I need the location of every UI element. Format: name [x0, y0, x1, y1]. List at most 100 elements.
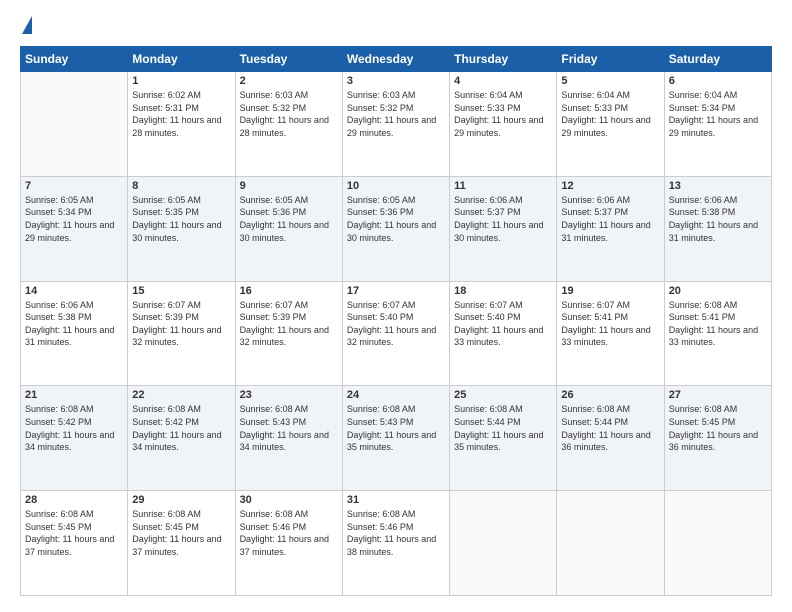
calendar-day-cell: 24 Sunrise: 6:08 AMSunset: 5:43 PMDayligh…: [342, 386, 449, 491]
calendar-header-thursday: Thursday: [450, 47, 557, 72]
day-number: 26: [561, 389, 659, 401]
day-number: 24: [347, 389, 445, 401]
day-number: 25: [454, 389, 552, 401]
header: [20, 16, 772, 36]
calendar-header-tuesday: Tuesday: [235, 47, 342, 72]
day-info: Sunrise: 6:05 AMSunset: 5:35 PMDaylight:…: [132, 194, 230, 244]
calendar-day-cell: 7 Sunrise: 6:05 AMSunset: 5:34 PMDaylight…: [21, 176, 128, 281]
day-number: 11: [454, 180, 552, 192]
day-number: 2: [240, 75, 338, 87]
calendar-day-cell: 28 Sunrise: 6:08 AMSunset: 5:45 PMDayligh…: [21, 491, 128, 596]
calendar-header-friday: Friday: [557, 47, 664, 72]
calendar-day-cell: 31 Sunrise: 6:08 AMSunset: 5:46 PMDayligh…: [342, 491, 449, 596]
calendar-day-cell: 30 Sunrise: 6:08 AMSunset: 5:46 PMDayligh…: [235, 491, 342, 596]
day-number: 6: [669, 75, 767, 87]
day-info: Sunrise: 6:04 AMSunset: 5:33 PMDaylight:…: [454, 89, 552, 139]
day-info: Sunrise: 6:04 AMSunset: 5:34 PMDaylight:…: [669, 89, 767, 139]
logo-triangle-icon: [22, 16, 32, 34]
day-info: Sunrise: 6:05 AMSunset: 5:34 PMDaylight:…: [25, 194, 123, 244]
day-info: Sunrise: 6:03 AMSunset: 5:32 PMDaylight:…: [240, 89, 338, 139]
day-number: 4: [454, 75, 552, 87]
calendar-day-cell: [450, 491, 557, 596]
day-number: 12: [561, 180, 659, 192]
day-info: Sunrise: 6:04 AMSunset: 5:33 PMDaylight:…: [561, 89, 659, 139]
day-info: Sunrise: 6:08 AMSunset: 5:41 PMDaylight:…: [669, 299, 767, 349]
day-number: 15: [132, 285, 230, 297]
day-info: Sunrise: 6:08 AMSunset: 5:43 PMDaylight:…: [347, 403, 445, 453]
day-number: 9: [240, 180, 338, 192]
calendar-day-cell: 26 Sunrise: 6:08 AMSunset: 5:44 PMDayligh…: [557, 386, 664, 491]
calendar-day-cell: 20Sunrise: 6:08 AMSunset: 5:41 PMDayligh…: [664, 281, 771, 386]
day-number: 10: [347, 180, 445, 192]
day-info: Sunrise: 6:06 AMSunset: 5:38 PMDaylight:…: [25, 299, 123, 349]
calendar-day-cell: 11 Sunrise: 6:06 AMSunset: 5:37 PMDayligh…: [450, 176, 557, 281]
day-info: Sunrise: 6:06 AMSunset: 5:37 PMDaylight:…: [454, 194, 552, 244]
day-number: 13: [669, 180, 767, 192]
calendar-day-cell: 14 Sunrise: 6:06 AMSunset: 5:38 PMDayligh…: [21, 281, 128, 386]
calendar-day-cell: [21, 72, 128, 177]
day-info: Sunrise: 6:02 AMSunset: 5:31 PMDaylight:…: [132, 89, 230, 139]
calendar-day-cell: 15Sunrise: 6:07 AMSunset: 5:39 PMDayligh…: [128, 281, 235, 386]
calendar-day-cell: 1Sunrise: 6:02 AMSunset: 5:31 PMDaylight…: [128, 72, 235, 177]
day-info: Sunrise: 6:08 AMSunset: 5:42 PMDaylight:…: [132, 403, 230, 453]
calendar-day-cell: 16Sunrise: 6:07 AMSunset: 5:39 PMDayligh…: [235, 281, 342, 386]
day-number: 7: [25, 180, 123, 192]
day-info: Sunrise: 6:08 AMSunset: 5:43 PMDaylight:…: [240, 403, 338, 453]
day-number: 30: [240, 494, 338, 506]
calendar-header-row: SundayMondayTuesdayWednesdayThursdayFrid…: [21, 47, 772, 72]
day-info: Sunrise: 6:08 AMSunset: 5:44 PMDaylight:…: [561, 403, 659, 453]
calendar-day-cell: 9 Sunrise: 6:05 AMSunset: 5:36 PMDaylight…: [235, 176, 342, 281]
day-number: 22: [132, 389, 230, 401]
day-number: 3: [347, 75, 445, 87]
day-number: 31: [347, 494, 445, 506]
calendar-day-cell: 8Sunrise: 6:05 AMSunset: 5:35 PMDaylight…: [128, 176, 235, 281]
calendar-day-cell: 29Sunrise: 6:08 AMSunset: 5:45 PMDayligh…: [128, 491, 235, 596]
day-info: Sunrise: 6:05 AMSunset: 5:36 PMDaylight:…: [347, 194, 445, 244]
day-info: Sunrise: 6:08 AMSunset: 5:45 PMDaylight:…: [669, 403, 767, 453]
day-info: Sunrise: 6:05 AMSunset: 5:36 PMDaylight:…: [240, 194, 338, 244]
day-info: Sunrise: 6:08 AMSunset: 5:46 PMDaylight:…: [347, 508, 445, 558]
calendar-day-cell: 6 Sunrise: 6:04 AMSunset: 5:34 PMDaylight…: [664, 72, 771, 177]
calendar-day-cell: 21Sunrise: 6:08 AMSunset: 5:42 PMDayligh…: [21, 386, 128, 491]
calendar-week-row: 7 Sunrise: 6:05 AMSunset: 5:34 PMDaylight…: [21, 176, 772, 281]
calendar-week-row: 28 Sunrise: 6:08 AMSunset: 5:45 PMDayligh…: [21, 491, 772, 596]
day-number: 17: [347, 285, 445, 297]
calendar-week-row: 1Sunrise: 6:02 AMSunset: 5:31 PMDaylight…: [21, 72, 772, 177]
calendar-day-cell: 19Sunrise: 6:07 AMSunset: 5:41 PMDayligh…: [557, 281, 664, 386]
calendar-week-row: 21Sunrise: 6:08 AMSunset: 5:42 PMDayligh…: [21, 386, 772, 491]
day-info: Sunrise: 6:06 AMSunset: 5:37 PMDaylight:…: [561, 194, 659, 244]
calendar-week-row: 14 Sunrise: 6:06 AMSunset: 5:38 PMDayligh…: [21, 281, 772, 386]
day-info: Sunrise: 6:06 AMSunset: 5:38 PMDaylight:…: [669, 194, 767, 244]
calendar-day-cell: 2 Sunrise: 6:03 AMSunset: 5:32 PMDaylight…: [235, 72, 342, 177]
calendar-day-cell: 18Sunrise: 6:07 AMSunset: 5:40 PMDayligh…: [450, 281, 557, 386]
page: SundayMondayTuesdayWednesdayThursdayFrid…: [0, 0, 792, 612]
calendar-day-cell: 12 Sunrise: 6:06 AMSunset: 5:37 PMDayligh…: [557, 176, 664, 281]
calendar-header-monday: Monday: [128, 47, 235, 72]
calendar-day-cell: 23 Sunrise: 6:08 AMSunset: 5:43 PMDayligh…: [235, 386, 342, 491]
day-number: 27: [669, 389, 767, 401]
day-info: Sunrise: 6:07 AMSunset: 5:41 PMDaylight:…: [561, 299, 659, 349]
day-number: 29: [132, 494, 230, 506]
day-number: 5: [561, 75, 659, 87]
day-info: Sunrise: 6:08 AMSunset: 5:42 PMDaylight:…: [25, 403, 123, 453]
calendar-day-cell: 13 Sunrise: 6:06 AMSunset: 5:38 PMDayligh…: [664, 176, 771, 281]
day-number: 14: [25, 285, 123, 297]
day-info: Sunrise: 6:08 AMSunset: 5:44 PMDaylight:…: [454, 403, 552, 453]
calendar-day-cell: 25 Sunrise: 6:08 AMSunset: 5:44 PMDayligh…: [450, 386, 557, 491]
calendar-header-saturday: Saturday: [664, 47, 771, 72]
day-info: Sunrise: 6:07 AMSunset: 5:40 PMDaylight:…: [454, 299, 552, 349]
calendar-header-wednesday: Wednesday: [342, 47, 449, 72]
day-info: Sunrise: 6:08 AMSunset: 5:46 PMDaylight:…: [240, 508, 338, 558]
calendar-day-cell: 27 Sunrise: 6:08 AMSunset: 5:45 PMDayligh…: [664, 386, 771, 491]
day-info: Sunrise: 6:08 AMSunset: 5:45 PMDaylight:…: [25, 508, 123, 558]
calendar-day-cell: [664, 491, 771, 596]
calendar-header-sunday: Sunday: [21, 47, 128, 72]
calendar-table: SundayMondayTuesdayWednesdayThursdayFrid…: [20, 46, 772, 596]
day-info: Sunrise: 6:03 AMSunset: 5:32 PMDaylight:…: [347, 89, 445, 139]
day-number: 23: [240, 389, 338, 401]
logo: [20, 16, 32, 36]
day-number: 28: [25, 494, 123, 506]
calendar-day-cell: 4 Sunrise: 6:04 AMSunset: 5:33 PMDaylight…: [450, 72, 557, 177]
calendar-day-cell: [557, 491, 664, 596]
calendar-day-cell: 3 Sunrise: 6:03 AMSunset: 5:32 PMDaylight…: [342, 72, 449, 177]
